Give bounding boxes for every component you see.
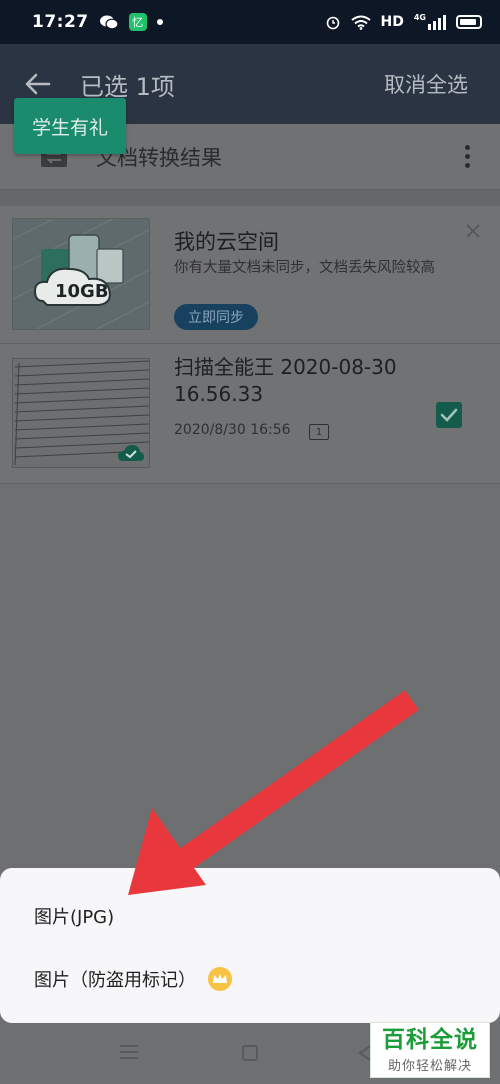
crown-icon: [208, 967, 232, 991]
document-thumbnail: [12, 358, 150, 468]
battery-icon: [456, 15, 482, 29]
page-count-badge: 1: [309, 424, 329, 440]
cloud-card-title: 我的云空间: [174, 230, 279, 254]
wechat-icon: [99, 15, 119, 30]
status-bar: 17:27 忆 HD 4G: [0, 0, 500, 44]
wifi-icon: [350, 15, 371, 30]
signal-icon: 4G: [414, 14, 446, 30]
back-arrow-icon: [25, 73, 51, 95]
check-icon: [440, 408, 458, 422]
more-options-icon[interactable]: [465, 145, 470, 168]
site-watermark: 百科全说 助你轻松解决: [370, 1022, 490, 1078]
export-watermark-option[interactable]: 图片（防盗用标记）: [34, 966, 232, 992]
section-divider: [0, 190, 500, 206]
selection-checkbox[interactable]: [436, 402, 462, 428]
export-jpg-option[interactable]: 图片(JPG): [34, 903, 114, 929]
notification-dot: [156, 19, 163, 25]
status-time: 17:27: [32, 12, 89, 32]
menu-icon[interactable]: [120, 1045, 138, 1059]
sync-now-button[interactable]: 立即同步: [174, 304, 258, 330]
app-notification-icon: 忆: [128, 13, 147, 31]
cloud-space-card[interactable]: 10GB 我的云空间 你有大量文档未同步，文档丢失风险较高 立即同步: [0, 206, 500, 344]
export-options-sheet: 图片(JPG) 图片（防盗用标记）: [0, 868, 500, 1023]
close-icon[interactable]: [464, 222, 482, 240]
storage-size-label: 10GB: [55, 281, 109, 302]
page-title: 已选 1项: [80, 72, 175, 101]
cloud-synced-icon: [118, 445, 144, 461]
export-watermark-label: 图片（防盗用标记）: [34, 970, 196, 991]
home-icon[interactable]: [242, 1045, 258, 1061]
cloud-card-description: 你有大量文档未同步，文档丢失风险较高: [174, 260, 435, 276]
watermark-subtitle: 助你轻松解决: [387, 1058, 472, 1074]
document-date: 2020/8/30 16:56: [174, 422, 291, 438]
document-list-item[interactable]: 扫描全能王 2020-08-30 16.56.33 2020/8/30 16:5…: [0, 344, 500, 484]
watermark-title: 百科全说: [382, 1026, 478, 1053]
document-title: 扫描全能王 2020-08-30 16.56.33: [174, 355, 397, 406]
export-jpg-label: 图片(JPG): [34, 907, 115, 928]
promo-tag[interactable]: 学生有礼: [14, 98, 126, 154]
alarm-icon: [326, 16, 339, 30]
cloud-storage-illustration: 10GB: [12, 218, 150, 330]
network-type: HD: [380, 14, 404, 30]
deselect-all-button[interactable]: 取消全选: [384, 69, 468, 99]
